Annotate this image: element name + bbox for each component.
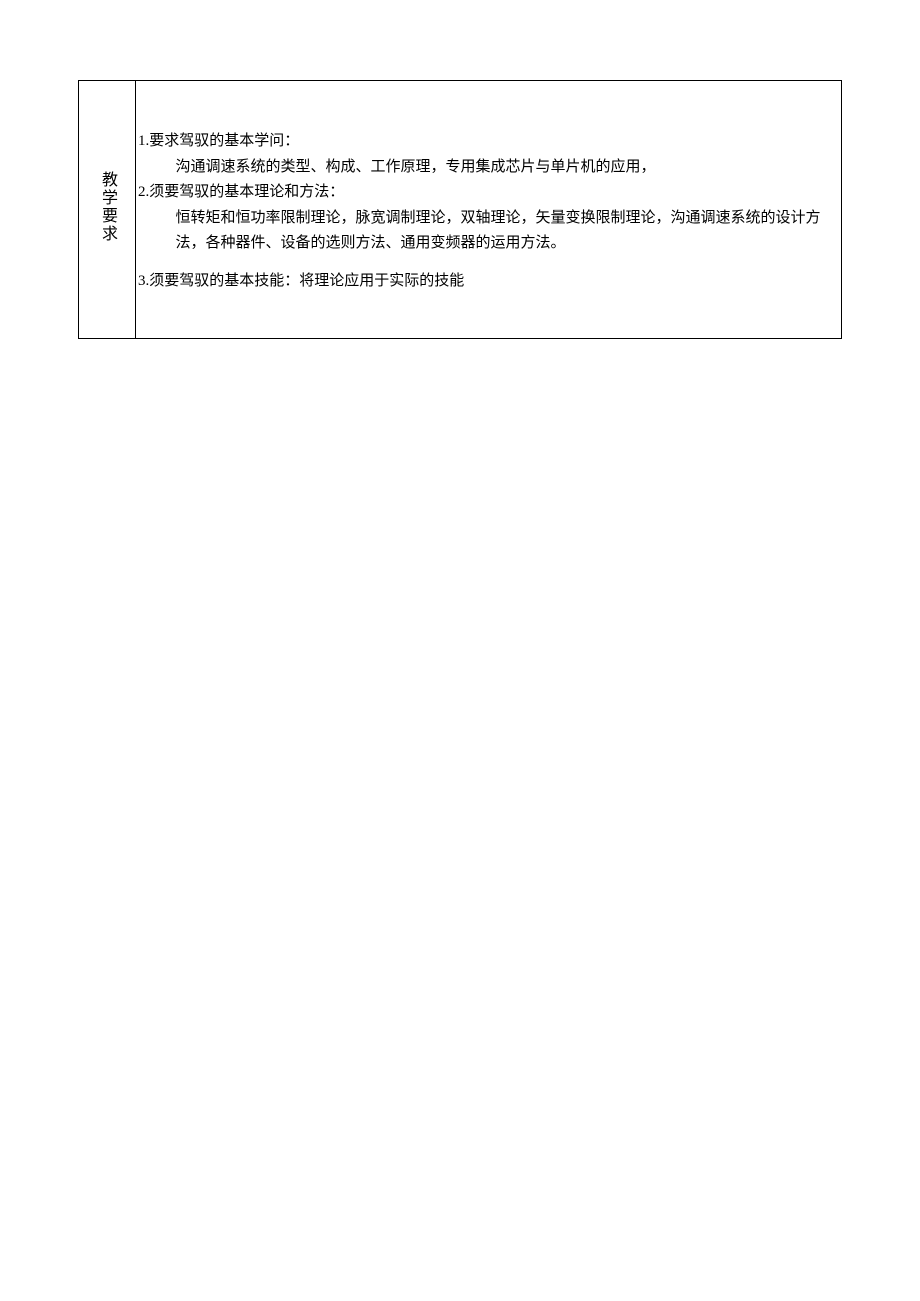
item-1-body: 沟通调速系统的类型、构成、工作原理，专用集成芯片与单片机的应用， — [138, 155, 835, 181]
item-2-body: 恒转矩和恒功率限制理论，脉宽调制理论，双轴理论，矢量变换限制理论，沟通调速系统的… — [138, 206, 835, 257]
table-row: 教学要求 1.要求驾驭的基本学问： 沟通调速系统的类型、构成、工作原理，专用集成… — [79, 81, 842, 339]
row-header-label: 教学要求 — [95, 171, 119, 243]
layout-table: 教学要求 1.要求驾驭的基本学问： 沟通调速系统的类型、构成、工作原理，专用集成… — [78, 80, 842, 339]
spacer — [138, 257, 835, 269]
content-cell: 1.要求驾驭的基本学问： 沟通调速系统的类型、构成、工作原理，专用集成芯片与单片… — [136, 81, 842, 339]
row-header-cell: 教学要求 — [79, 81, 136, 339]
item-2-title: 2.须要驾驭的基本理论和方法： — [138, 180, 835, 206]
item-1-title: 1.要求驾驭的基本学问： — [138, 129, 835, 155]
page-container: 教学要求 1.要求驾驭的基本学问： 沟通调速系统的类型、构成、工作原理，专用集成… — [0, 0, 920, 339]
item-3: 3.须要驾驭的基本技能：将理论应用于实际的技能 — [138, 269, 835, 295]
